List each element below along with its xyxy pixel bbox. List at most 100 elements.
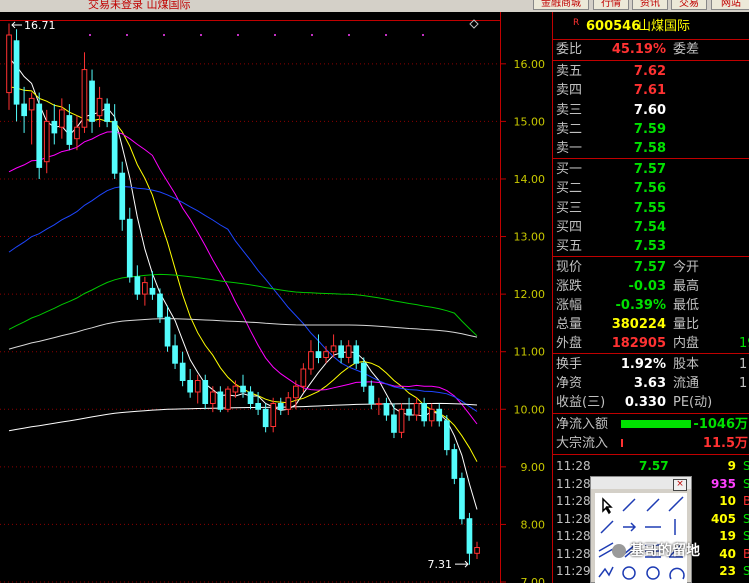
tick-volume: 405 (710, 511, 736, 526)
candle-body (21, 103, 27, 117)
net-inflow-label: 净流入额 (556, 417, 609, 432)
net-inflow-bar (621, 420, 691, 428)
tick-volume: 9 (727, 459, 736, 473)
period-marker (163, 34, 165, 36)
candle-body (232, 385, 239, 393)
top-toolbar: 交易未登录 山煤国际 金融商城 行情 资讯 交易 网站 (0, 0, 749, 12)
kline-chart[interactable]: 16.00 15.00 14.00 13.00 12.00 11.00 10.00 9.00 8… (0, 12, 552, 583)
finance-row: 收益(三) 0.330 PE(动) (553, 393, 749, 412)
tick-time: 11:28 (556, 529, 591, 543)
candle-body (111, 120, 118, 174)
candle-body (51, 120, 58, 134)
circle-tool-icon (646, 566, 660, 580)
ask-row: 卖四 7.61 (553, 81, 749, 100)
finance-label2: PE(动) (673, 395, 713, 410)
candle-body (255, 403, 262, 410)
bid-row: 买四 7.54 (553, 218, 749, 237)
tool-grid[interactable] (595, 493, 687, 583)
ask-price: 7.61 (633, 83, 666, 99)
y-tick-label: 14.00 (514, 173, 546, 186)
stat-value2: 19 (739, 336, 749, 351)
weibi-value: 45.19% (611, 42, 666, 57)
tick-flag: B (743, 546, 749, 563)
period-marker (274, 34, 276, 36)
finance-mall-button[interactable]: 金融商城 (533, 0, 589, 10)
news-button[interactable]: 资讯 (632, 0, 668, 10)
candle-body (142, 282, 148, 295)
block-inflow-value: 11.5万 (702, 436, 748, 451)
stat-label: 总量 (556, 317, 583, 332)
weibi-label: 委比 (556, 42, 583, 57)
tick-volume: 935 (710, 476, 736, 491)
bid-row: 买五 7.53 (553, 237, 749, 256)
wave-tool-icon (598, 566, 614, 578)
line-tool-icon (622, 498, 636, 512)
candle-body (308, 351, 314, 370)
finance-label2: 流通 (673, 376, 700, 391)
candle-body (466, 518, 473, 554)
tick-flag: B (743, 493, 749, 510)
weibi-row: 委比 45.19% 委差 (553, 40, 749, 59)
candle-body (285, 397, 292, 410)
candle-body (360, 362, 367, 387)
net-inflow-row: 净流入额 -1046万 (553, 415, 749, 434)
candle-body (436, 408, 443, 422)
stock-name: 山煤国际 (638, 19, 691, 34)
candle-body (323, 351, 329, 359)
wechat-icon (612, 544, 626, 558)
close-icon[interactable]: × (673, 479, 687, 491)
bid-row: 买二 7.56 (553, 179, 749, 198)
stat-label: 涨幅 (556, 298, 583, 313)
period-marker (126, 34, 128, 36)
low-label: 7.31 (428, 558, 453, 571)
candle-body (104, 103, 111, 122)
low-arrow (455, 560, 469, 568)
stock-code: 600546 (586, 19, 641, 34)
block-inflow-label: 大宗流入 (556, 436, 609, 451)
candle-body (187, 380, 194, 393)
stat-value: 182905 (611, 336, 666, 351)
bid-label: 买四 (556, 219, 583, 235)
finance-value: 0.330 (624, 395, 666, 410)
ask-label: 卖一 (556, 141, 583, 157)
period-marker (422, 34, 424, 36)
finance-value: 3.63 (633, 376, 666, 391)
finance-label: 收益(三) (556, 395, 606, 410)
channel-tool-icon (598, 542, 614, 558)
drawing-toolbox[interactable]: × (590, 476, 692, 583)
stat-row: 总量 380224 量比 (553, 315, 749, 334)
high-label: 16.71 (24, 19, 56, 32)
trade-button[interactable]: 交易 (671, 0, 707, 10)
ma10-line (8, 86, 478, 462)
candle-body (179, 362, 186, 382)
y-tick-label: 15.00 (514, 115, 546, 128)
quotes-button[interactable]: 行情 (593, 0, 629, 10)
website-button[interactable]: 网站 (711, 0, 749, 10)
toolbox-titlebar[interactable]: × (591, 477, 691, 491)
period-marker (200, 34, 202, 36)
candle-body (368, 385, 375, 405)
stat-row: 现价 7.57 今开 (553, 258, 749, 277)
finance-label: 净资 (556, 376, 583, 391)
bid-row: 买一 7.57 (553, 160, 749, 179)
candle-body (459, 477, 465, 520)
finance-label: 换手 (556, 357, 583, 372)
high-arrow (11, 21, 22, 29)
tick-time: 11:28 (556, 494, 591, 508)
bid-label: 买三 (556, 200, 583, 216)
ask-price: 7.62 (633, 64, 666, 79)
ask-row: 卖三 7.60 (553, 101, 749, 120)
y-tick-label: 9.00 (521, 461, 546, 474)
stat-label2: 最低 (673, 298, 700, 313)
candle-body (277, 403, 284, 410)
extended-line-icon (668, 496, 684, 512)
tick-flag: S (743, 458, 749, 475)
candle-body (444, 420, 450, 451)
period-marker (311, 34, 313, 36)
candle-body (330, 345, 337, 353)
ask-row: 卖一 7.58 (553, 139, 749, 158)
candle-body (376, 403, 382, 405)
tick-time: 11:28 (556, 459, 591, 473)
candle-body (247, 391, 254, 404)
candle-body (406, 408, 412, 416)
